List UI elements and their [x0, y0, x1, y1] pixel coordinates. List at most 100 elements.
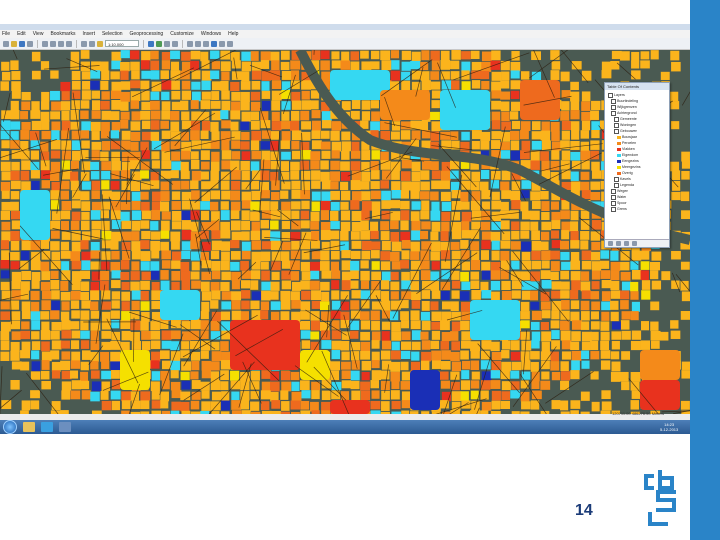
map-parcel[interactable] [161, 141, 170, 152]
map-parcel[interactable] [530, 361, 539, 372]
map-parcel[interactable] [211, 260, 221, 271]
map-parcel[interactable] [551, 281, 562, 290]
map-parcel[interactable] [201, 161, 210, 170]
map-parcel[interactable] [410, 181, 420, 192]
map-parcel[interactable] [561, 170, 571, 180]
map-parcel[interactable] [311, 390, 320, 400]
map-parcel[interactable] [111, 280, 121, 289]
map-parcel[interactable] [161, 220, 170, 231]
map-parcel[interactable] [100, 80, 109, 90]
map-parcel[interactable] [300, 220, 310, 229]
map-parcel[interactable] [90, 80, 100, 90]
map-parcel[interactable] [10, 251, 20, 261]
map-parcel[interactable] [430, 231, 439, 241]
map-parcel[interactable] [510, 241, 521, 250]
map-parcel[interactable] [670, 161, 680, 172]
map-parcel[interactable] [131, 200, 141, 210]
map-parcel[interactable] [271, 191, 280, 201]
map-parcel[interactable] [520, 311, 530, 320]
map-parcel[interactable] [151, 231, 161, 240]
map-parcel[interactable] [630, 311, 639, 321]
map-parcel[interactable] [241, 250, 251, 260]
map-parcel[interactable] [181, 90, 192, 100]
map-parcel[interactable] [351, 170, 362, 181]
map-parcel[interactable] [301, 121, 312, 130]
map-parcel[interactable] [351, 221, 362, 232]
map-parcel[interactable] [271, 100, 281, 111]
map-parcel[interactable] [281, 381, 292, 392]
map-parcel[interactable] [271, 251, 281, 261]
map-parcel[interactable] [81, 80, 92, 90]
map-parcel[interactable] [401, 250, 410, 260]
map-parcel[interactable] [161, 380, 170, 390]
map-parcel[interactable] [470, 241, 480, 251]
map-parcel[interactable] [591, 270, 600, 280]
layer-checkbox[interactable] [614, 182, 619, 188]
map-parcel[interactable] [151, 160, 160, 169]
map-parcel[interactable] [10, 180, 21, 190]
map-parcel[interactable] [180, 161, 189, 172]
map-parcel[interactable] [211, 110, 222, 121]
map-parcel[interactable] [300, 380, 310, 391]
map-parcel[interactable] [330, 181, 339, 190]
map-parcel[interactable] [381, 401, 390, 411]
map-parcel[interactable] [241, 241, 251, 251]
map-parcel[interactable] [370, 310, 380, 321]
map-parcel[interactable] [381, 360, 392, 370]
map-parcel[interactable] [511, 230, 520, 240]
map-parcel[interactable] [230, 220, 241, 231]
map-parcel[interactable] [301, 131, 311, 141]
map-parcel[interactable] [401, 61, 411, 71]
map-parcel[interactable] [581, 350, 590, 360]
map-parcel[interactable] [51, 340, 62, 350]
map-parcel[interactable] [320, 281, 330, 291]
map-parcel[interactable] [170, 61, 180, 71]
map-parcel[interactable] [651, 251, 662, 261]
map-parcel[interactable] [350, 300, 360, 310]
map-parcel[interactable] [360, 381, 370, 391]
map-canvas[interactable]: Table Of Contents Layers Buurtindeling W… [0, 50, 690, 414]
map-parcel[interactable] [111, 331, 121, 341]
map-parcel[interactable] [410, 310, 420, 321]
map-parcel[interactable] [381, 190, 391, 201]
layer-checkbox[interactable] [611, 194, 616, 200]
map-parcel[interactable] [101, 230, 112, 240]
map-parcel[interactable] [121, 140, 131, 150]
map-parcel[interactable] [481, 270, 491, 280]
map-parcel[interactable] [500, 201, 509, 211]
map-parcel[interactable] [620, 300, 629, 310]
map-parcel[interactable] [91, 100, 101, 111]
map-parcel[interactable] [411, 341, 421, 350]
map-parcel[interactable] [241, 151, 251, 161]
list-by-source-icon[interactable] [616, 241, 621, 246]
map-parcel[interactable] [330, 250, 340, 260]
map-parcel[interactable] [221, 311, 231, 320]
map-parcel[interactable] [541, 310, 551, 319]
map-parcel[interactable] [431, 360, 441, 369]
map-parcel[interactable] [151, 351, 161, 362]
map-zone[interactable] [470, 300, 520, 340]
map-parcel[interactable] [61, 120, 71, 131]
map-parcel[interactable] [380, 130, 391, 141]
map-parcel[interactable] [81, 71, 91, 80]
map-parcel[interactable] [500, 150, 511, 159]
map-parcel[interactable] [110, 240, 119, 250]
map-parcel[interactable] [451, 250, 461, 260]
map-parcel[interactable] [50, 350, 60, 360]
map-parcel[interactable] [441, 201, 452, 211]
map-parcel[interactable] [190, 151, 199, 160]
map-parcel[interactable] [241, 111, 251, 122]
map-parcel[interactable] [61, 351, 71, 360]
map-parcel[interactable] [560, 320, 570, 331]
map-parcel[interactable] [91, 381, 102, 392]
map-parcel[interactable] [160, 230, 170, 239]
map-parcel[interactable] [611, 340, 620, 350]
map-parcel[interactable] [440, 341, 450, 350]
map-parcel[interactable] [80, 50, 90, 59]
map-parcel[interactable] [241, 300, 250, 310]
map-parcel[interactable] [530, 321, 540, 331]
map-parcel[interactable] [30, 311, 41, 321]
map-parcel[interactable] [531, 131, 542, 140]
map-parcel[interactable] [21, 91, 31, 101]
map-parcel[interactable] [251, 221, 260, 232]
